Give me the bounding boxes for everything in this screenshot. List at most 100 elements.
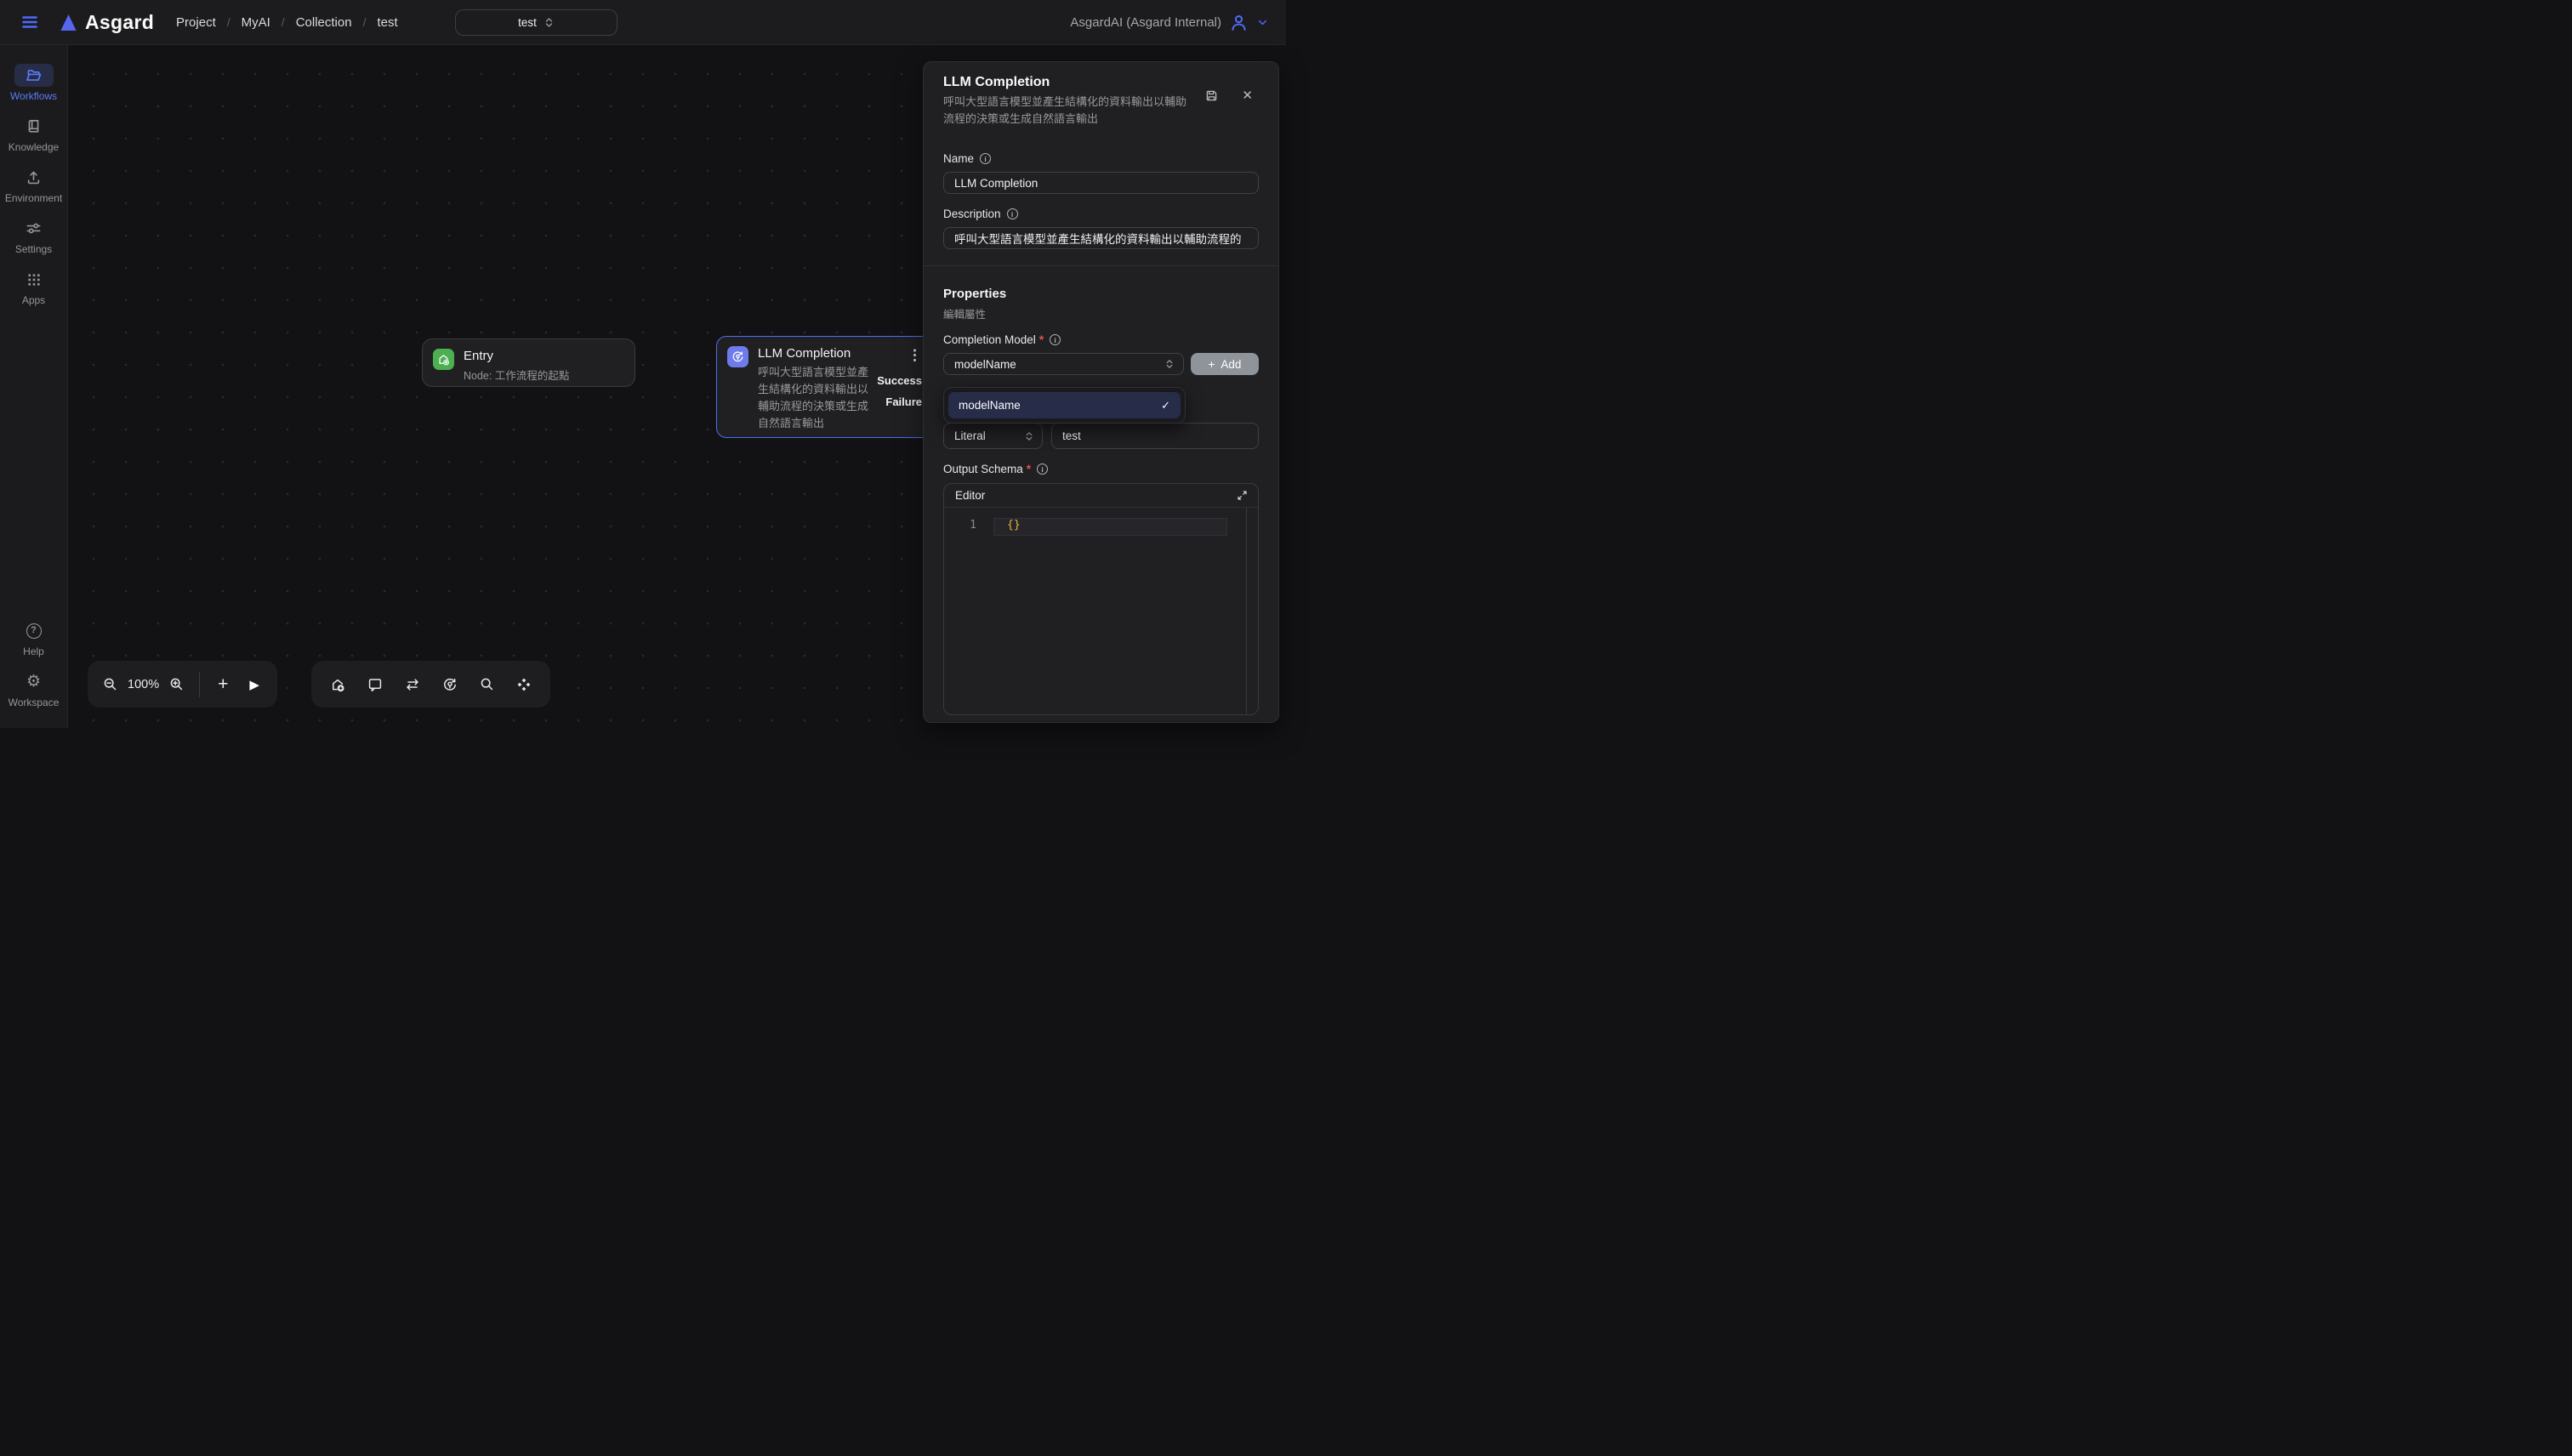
upload-icon	[14, 166, 54, 189]
sidebar-item-knowledge[interactable]: Knowledge	[9, 115, 59, 153]
dropdown-option-modelname[interactable]: modelName ✓	[948, 392, 1181, 418]
info-icon: i	[980, 153, 991, 164]
info-icon: i	[1037, 464, 1048, 475]
value-type-value: Literal	[954, 429, 986, 442]
help-icon: ?	[14, 619, 54, 642]
properties-title: Properties	[943, 287, 1259, 301]
editor-body[interactable]: 1 {}	[944, 508, 1258, 714]
zoom-toolbar: 100% + ▶	[88, 661, 277, 708]
plus-icon: +	[1209, 358, 1215, 371]
zoom-level[interactable]: 100%	[128, 678, 159, 691]
llm-port-failure-label: Failure	[885, 395, 922, 408]
sidebar-item-help[interactable]: ? Help	[14, 619, 54, 657]
sidebar-item-label: Workflows	[10, 90, 57, 102]
sidebar-item-label: Settings	[15, 243, 52, 255]
llm-node-title: LLM Completion	[758, 345, 872, 362]
updown-chevron-icon	[1164, 358, 1175, 370]
search-icon[interactable]	[479, 676, 495, 692]
zoom-in-icon[interactable]	[168, 676, 185, 692]
description-input[interactable]	[943, 227, 1259, 249]
sidebar-item-apps[interactable]: Apps	[14, 268, 54, 306]
apps-grid-icon	[14, 268, 54, 291]
info-icon: i	[1007, 208, 1018, 219]
sidebar-item-workspace[interactable]: ⚙ Workspace	[9, 670, 60, 708]
entry-node-title: Entry	[464, 348, 569, 365]
account-menu[interactable]: AsgardAI (Asgard Internal)	[1070, 13, 1269, 32]
llm-node-body: LLM Completion 呼叫大型語言模型並產生結構化的資料輸出以輔助流程的…	[758, 345, 872, 429]
name-input[interactable]	[943, 172, 1259, 194]
menu-icon[interactable]	[20, 13, 39, 31]
gear-icon: ⚙	[14, 670, 54, 693]
info-icon: i	[1050, 334, 1061, 345]
schema-editor: Editor 1 {}	[943, 483, 1259, 715]
comment-icon[interactable]	[367, 676, 384, 693]
logo-text: Asgard	[85, 11, 154, 34]
completion-model-row: modelName + Add	[943, 353, 1259, 375]
completion-model-label: Completion Model * i	[943, 333, 1259, 346]
breadcrumb-project[interactable]: Project	[176, 15, 216, 30]
topbar: Asgard Project / MyAI / Collection / tes…	[0, 0, 1286, 45]
add-node-button[interactable]: +	[218, 674, 228, 695]
add-model-button[interactable]: + Add	[1191, 353, 1259, 375]
book-icon	[14, 115, 53, 138]
breadcrumb-collection[interactable]: Collection	[296, 15, 352, 30]
entry-node-subtitle: Node: 工作流程的起點	[464, 367, 569, 383]
properties-subtitle: 編輯屬性	[943, 305, 1259, 321]
value-type-select[interactable]: Literal	[943, 423, 1043, 449]
editor-header: Editor	[944, 484, 1258, 508]
save-icon[interactable]	[1204, 88, 1219, 103]
sidebar-item-workflows[interactable]: Workflows	[10, 64, 57, 102]
sidebar: Workflows Knowledge Environment Settings	[0, 45, 68, 728]
node-tools-toolbar	[311, 661, 550, 708]
sidebar-item-label: Knowledge	[9, 141, 59, 153]
editor-code: {}	[1007, 519, 1021, 532]
toolbar-divider	[199, 672, 200, 697]
required-marker: *	[1027, 463, 1031, 475]
model-value-row: modelName ✓ Literal	[943, 423, 1259, 449]
editor-scrollbar[interactable]	[1246, 508, 1247, 714]
breadcrumb-separator: /	[363, 15, 367, 29]
breadcrumb-myai[interactable]: MyAI	[242, 15, 270, 30]
description-field-label: Description i	[943, 208, 1259, 220]
check-icon: ✓	[1161, 399, 1170, 412]
panel-divider	[924, 265, 1278, 266]
chevron-down-icon	[1256, 16, 1269, 29]
model-select-dropdown: modelName ✓	[943, 387, 1186, 424]
sidebar-item-label: Environment	[5, 192, 62, 204]
node-properties-panel: LLM Completion 呼叫大型語言模型並產生結構化的資料輸出以輔助流程的…	[923, 61, 1279, 723]
breadcrumb-separator: /	[282, 15, 285, 29]
close-icon[interactable]: ✕	[1242, 88, 1253, 103]
workflow-select[interactable]: test	[455, 9, 617, 36]
add-llm-node-icon[interactable]	[441, 676, 458, 693]
completion-model-select[interactable]: modelName	[943, 353, 1184, 375]
fit-view-icon[interactable]	[515, 676, 532, 693]
node-kebab-menu-icon[interactable]: ⋮	[908, 347, 922, 364]
sidebar-item-environment[interactable]: Environment	[5, 166, 62, 204]
zoom-out-icon[interactable]	[102, 676, 118, 692]
editor-line: 1 {}	[944, 508, 1258, 532]
swap-arrows-icon[interactable]	[404, 676, 421, 693]
logo-triangle-icon	[60, 14, 77, 31]
user-icon	[1229, 13, 1249, 32]
node-entry[interactable]: Entry Node: 工作流程的起點	[422, 338, 635, 387]
sidebar-item-label: Help	[23, 646, 44, 657]
asgard-logo[interactable]: Asgard	[60, 11, 154, 34]
edge-entry-to-llm	[69, 46, 324, 173]
breadcrumb-test[interactable]: test	[377, 15, 397, 30]
entry-node-icon	[433, 349, 454, 370]
run-workflow-button[interactable]: ▶	[249, 677, 259, 692]
sidebar-item-settings[interactable]: Settings	[14, 217, 54, 255]
output-schema-label: Output Schema * i	[943, 463, 1259, 475]
sidebar-footer: ? Help ⚙ Workspace	[9, 619, 60, 728]
expand-icon[interactable]	[1236, 489, 1249, 502]
model-value-input[interactable]	[1051, 423, 1259, 449]
account-label: AsgardAI (Asgard Internal)	[1070, 15, 1221, 30]
add-entry-node-icon[interactable]	[329, 676, 346, 693]
panel-subtitle: 呼叫大型語言模型並產生結構化的資料輸出以輔助流程的決策或生成自然語言輸出	[943, 94, 1197, 128]
folder-icon	[14, 64, 54, 87]
llm-port-success-label: Success	[877, 374, 922, 387]
editor-line-number: 1	[944, 519, 985, 532]
completion-model-value: modelName	[954, 358, 1016, 371]
editor-title: Editor	[955, 489, 985, 502]
llm-node-icon	[727, 346, 748, 367]
